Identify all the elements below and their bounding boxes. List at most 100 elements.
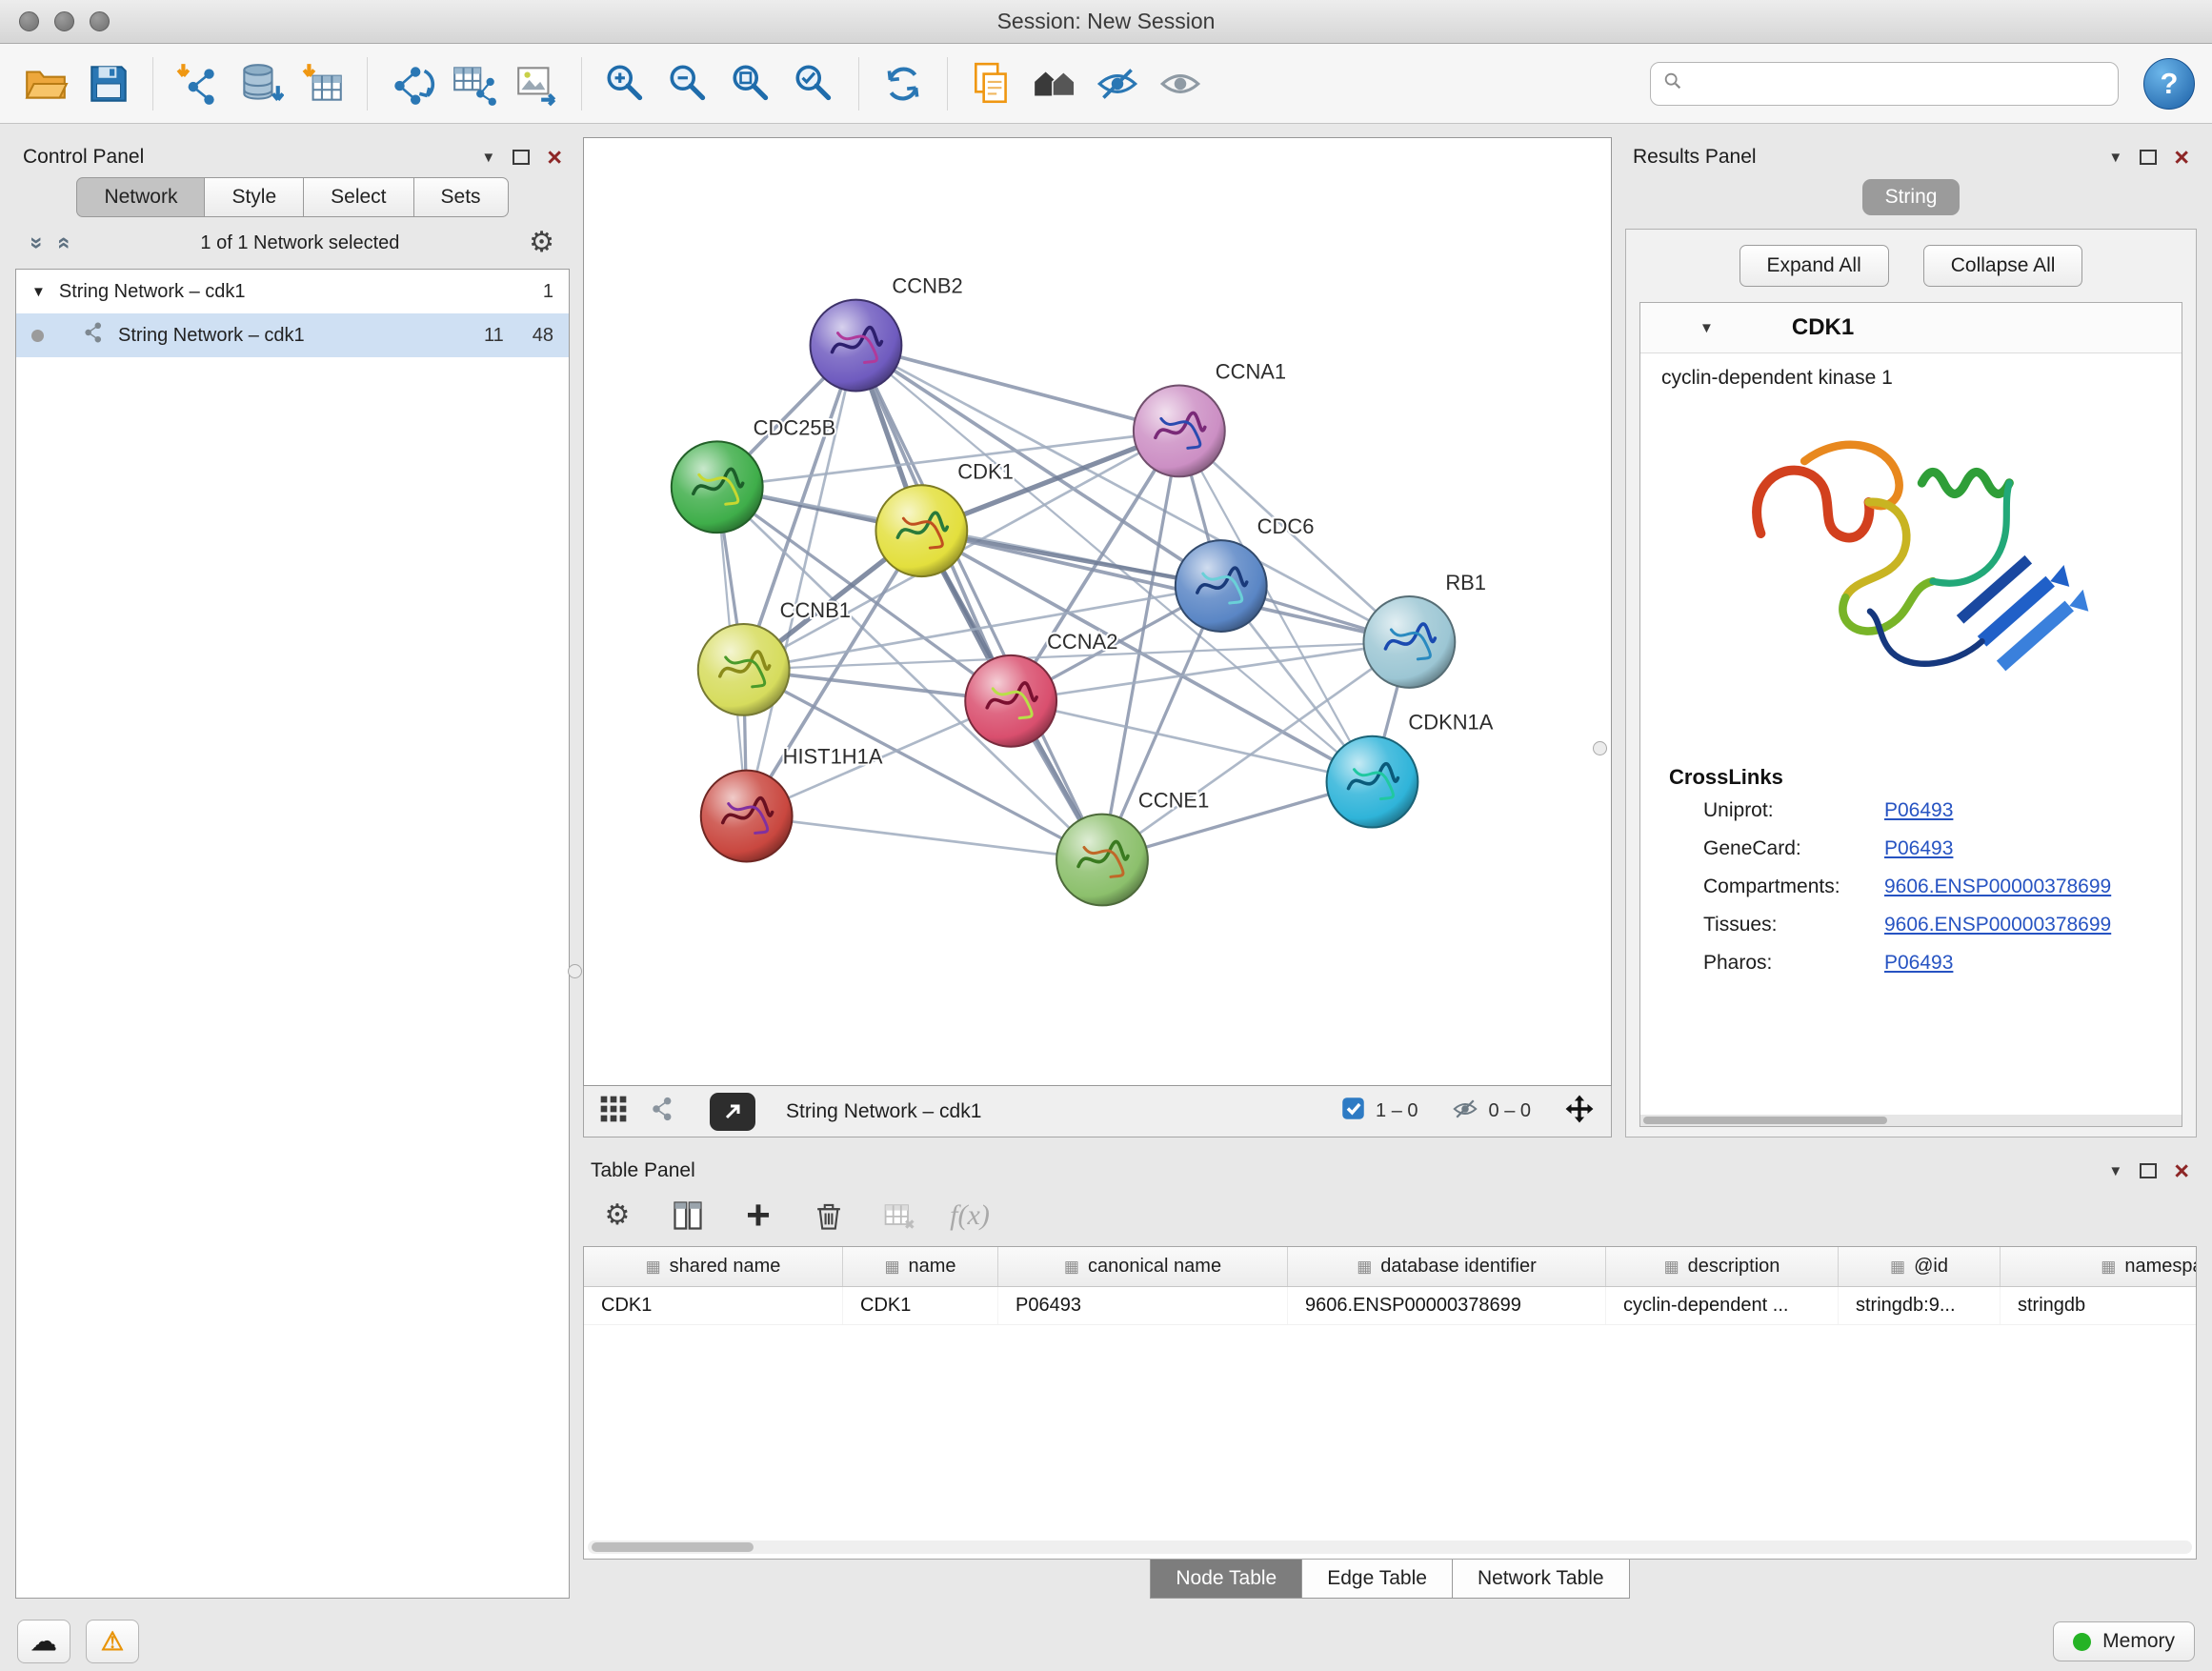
- search-input[interactable]: [1693, 72, 2106, 94]
- open-session-icon[interactable]: [17, 54, 74, 113]
- network-node-cdc6[interactable]: [1176, 540, 1267, 632]
- collapse-panel-icon[interactable]: ▼: [481, 150, 495, 166]
- import-network-from-database-icon[interactable]: [231, 54, 289, 113]
- network-edge[interactable]: [855, 346, 1178, 432]
- cell-canonical-name[interactable]: P06493: [998, 1287, 1288, 1324]
- tab-select[interactable]: Select: [304, 177, 413, 217]
- column-header[interactable]: ▦namespace: [2001, 1247, 2197, 1286]
- network-graph[interactable]: CCNB2CCNA1CDC25BCDK1CDC6RB1CCNB1CCNA2CDK…: [584, 138, 1611, 1085]
- show-columns-icon[interactable]: [667, 1197, 709, 1235]
- cell-shared-name[interactable]: CDK1: [584, 1287, 843, 1324]
- crosslink-link[interactable]: P06493: [1884, 837, 1953, 860]
- show-all-eye-icon[interactable]: [1152, 54, 1209, 113]
- column-header[interactable]: ▦name: [843, 1247, 998, 1286]
- tree-expand-icon[interactable]: ▼: [31, 284, 46, 300]
- network-node-cdk1[interactable]: [875, 485, 967, 576]
- network-node-ccna1[interactable]: [1134, 385, 1225, 476]
- splitter-handle[interactable]: [568, 964, 582, 978]
- minimize-window-button[interactable]: [54, 11, 74, 31]
- cell-id[interactable]: stringdb:9...: [1839, 1287, 2001, 1324]
- close-panel-icon[interactable]: ×: [547, 145, 562, 171]
- close-panel-icon[interactable]: ×: [2174, 1158, 2189, 1184]
- network-node-ccnb1[interactable]: [698, 624, 790, 715]
- network-collection-row[interactable]: ▼ String Network – cdk1 1: [16, 270, 569, 313]
- network-row[interactable]: String Network – cdk1 11 48: [16, 313, 569, 357]
- table-row[interactable]: CDK1 CDK1 P06493 9606.ENSP00000378699 cy…: [584, 1287, 2196, 1325]
- hide-selected-eye-slash-icon[interactable]: [1089, 54, 1146, 113]
- collapse-panel-icon[interactable]: ▼: [2108, 1163, 2122, 1179]
- network-edge[interactable]: [855, 346, 1102, 860]
- collapse-panel-icon[interactable]: ▼: [2108, 150, 2122, 166]
- protein-card-header[interactable]: ▼ CDK1: [1640, 303, 2182, 353]
- zoom-window-button[interactable]: [90, 11, 110, 31]
- network-edge[interactable]: [747, 816, 1102, 860]
- function-builder-icon[interactable]: f(x): [949, 1197, 991, 1235]
- cell-name[interactable]: CDK1: [843, 1287, 998, 1324]
- delete-table-icon[interactable]: [878, 1197, 920, 1235]
- collapse-all-button[interactable]: Collapse All: [1923, 245, 2083, 287]
- column-header[interactable]: ▦canonical name: [998, 1247, 1288, 1286]
- refresh-view-icon[interactable]: [875, 54, 932, 113]
- delete-column-trash-icon[interactable]: [808, 1197, 850, 1235]
- create-network-from-table-icon[interactable]: [446, 54, 503, 113]
- new-network-from-selection-icon[interactable]: [383, 54, 440, 113]
- crosslink-link[interactable]: 9606.ENSP00000378699: [1884, 876, 2111, 898]
- save-session-icon[interactable]: [80, 54, 137, 113]
- close-panel-icon[interactable]: ×: [2174, 145, 2189, 171]
- close-window-button[interactable]: [19, 11, 39, 31]
- network-node-ccnb2[interactable]: [811, 300, 902, 392]
- cell-description[interactable]: cyclin-dependent ...: [1606, 1287, 1839, 1324]
- zoom-selected-icon[interactable]: [786, 54, 843, 113]
- help-icon[interactable]: ?: [2143, 58, 2195, 110]
- warning-icon[interactable]: ⚠: [86, 1620, 139, 1663]
- network-node-rb1[interactable]: [1363, 596, 1455, 688]
- network-node-ccna2[interactable]: [965, 655, 1056, 747]
- tab-style[interactable]: Style: [205, 177, 304, 217]
- scrollbar-thumb[interactable]: [592, 1542, 754, 1552]
- column-header[interactable]: ▦shared name: [584, 1247, 843, 1286]
- collapse-all-networks-icon[interactable]: «: [53, 236, 76, 249]
- zoom-fit-icon[interactable]: [723, 54, 780, 113]
- horizontal-scrollbar[interactable]: [1640, 1115, 2182, 1126]
- network-node-cdkn1a[interactable]: [1327, 736, 1418, 828]
- pan-move-icon[interactable]: [1563, 1093, 1596, 1131]
- export-image-icon[interactable]: [509, 54, 566, 113]
- zoom-out-icon[interactable]: [660, 54, 717, 113]
- column-header[interactable]: ▦@id: [1839, 1247, 2001, 1286]
- crosslink-link[interactable]: P06493: [1884, 799, 1953, 822]
- home-icon[interactable]: [1026, 54, 1083, 113]
- cloud-status-icon[interactable]: ☁: [17, 1620, 70, 1663]
- cell-namespace[interactable]: stringdb: [2001, 1287, 2197, 1324]
- expand-all-button[interactable]: Expand All: [1739, 245, 1889, 287]
- crosslink-link[interactable]: 9606.ENSP00000378699: [1884, 914, 2111, 936]
- expand-all-networks-icon[interactable]: »: [26, 236, 49, 249]
- cell-database-identifier[interactable]: 9606.ENSP00000378699: [1288, 1287, 1606, 1324]
- horizontal-scrollbar[interactable]: [588, 1540, 2192, 1554]
- import-network-from-file-icon[interactable]: [169, 54, 226, 113]
- duplicate-style-icon[interactable]: [963, 54, 1020, 113]
- tab-network[interactable]: Network: [76, 177, 205, 217]
- zoom-in-icon[interactable]: [597, 54, 654, 113]
- float-panel-icon[interactable]: [2140, 1163, 2157, 1178]
- network-canvas[interactable]: CCNB2CCNA1CDC25BCDK1CDC6RB1CCNB1CCNA2CDK…: [583, 137, 1612, 1086]
- memory-button[interactable]: Memory: [2053, 1621, 2195, 1661]
- import-table-from-file-icon[interactable]: [294, 54, 352, 113]
- crosslink-link[interactable]: P06493: [1884, 952, 1953, 975]
- splitter-handle[interactable]: [1593, 741, 1607, 755]
- grid-view-icon[interactable]: [599, 1095, 628, 1129]
- network-node-cdc25b[interactable]: [672, 441, 763, 533]
- network-node-hist1h1a[interactable]: [701, 771, 793, 862]
- network-node-ccne1[interactable]: [1056, 815, 1148, 906]
- float-panel-icon[interactable]: [513, 150, 530, 165]
- selected-nodes-checkbox-icon[interactable]: [1340, 1096, 1366, 1127]
- collapse-card-icon[interactable]: ▼: [1699, 320, 1714, 336]
- network-options-gear-icon[interactable]: ⚙: [529, 229, 554, 257]
- create-column-icon[interactable]: +: [737, 1197, 779, 1235]
- birds-eye-view-icon[interactable]: [710, 1093, 755, 1131]
- tab-node-table[interactable]: Node Table: [1150, 1559, 1302, 1599]
- float-panel-icon[interactable]: [2140, 150, 2157, 165]
- table-settings-gear-icon[interactable]: ⚙: [596, 1197, 638, 1235]
- tab-edge-table[interactable]: Edge Table: [1302, 1559, 1453, 1599]
- tab-sets[interactable]: Sets: [414, 177, 509, 217]
- column-header[interactable]: ▦database identifier: [1288, 1247, 1606, 1286]
